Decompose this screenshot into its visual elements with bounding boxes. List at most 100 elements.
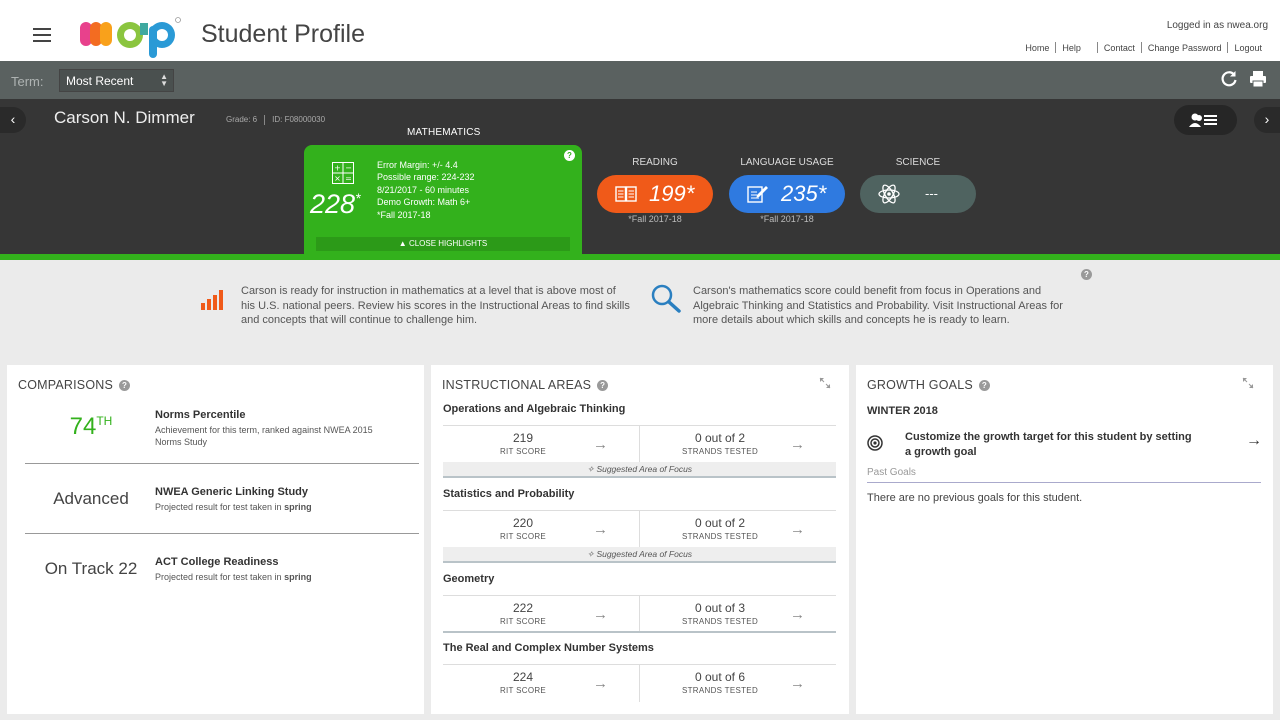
math-error-margin: Error Margin: +/- 4.4 <box>377 160 458 170</box>
strands-cell[interactable]: 0 out of 2 STRANDS TESTED → <box>640 511 836 548</box>
growth-help-icon[interactable]: ? <box>978 380 990 392</box>
next-student-button[interactable]: › <box>1254 107 1280 133</box>
rit-score: 224 <box>512 670 534 684</box>
math-score: 228* <box>310 189 361 220</box>
rit-score: 219 <box>512 431 534 445</box>
rit-caption: RIT SCORE <box>499 686 547 695</box>
math-score-card[interactable]: + − × = 228* Error Margin: +/- 4.4 Possi… <box>304 145 582 254</box>
svg-text:=: = <box>345 174 352 183</box>
set-growth-goal-button[interactable]: Customize the growth target for this stu… <box>867 429 1262 459</box>
act-value: On Track 22 <box>44 559 138 578</box>
suggested-focus-text: Suggested Area of Focus <box>596 549 693 559</box>
svg-text:×: × <box>334 174 341 183</box>
act-desc-season: spring <box>284 572 312 582</box>
growth-title: GROWTH GOALS? <box>867 378 990 392</box>
strands-caption: STRANDS TESTED <box>681 532 759 541</box>
language-title: LANGUAGE USAGE <box>740 157 834 168</box>
suggested-focus-text: Suggested Area of Focus <box>596 464 693 474</box>
comparisons-help-icon[interactable]: ? <box>119 380 131 392</box>
math-title: MATHEMATICS <box>407 127 481 138</box>
calculator-icon: + − × = <box>332 162 354 184</box>
math-details: Error Margin: +/- 4.4 Possible range: 22… <box>377 159 475 221</box>
expand-icon[interactable] <box>819 377 831 389</box>
rit-score-cell[interactable]: 220 RIT SCORE → <box>443 511 639 548</box>
highlights-help-icon[interactable]: ? <box>1081 269 1092 280</box>
top-header: Student Profile Logged in as nwea.org Ho… <box>0 0 1280 61</box>
rit-score-cell[interactable]: 224 RIT SCORE → <box>443 665 639 702</box>
arrow-right-icon: → <box>790 606 805 623</box>
change-password-link[interactable]: Change Password <box>1142 43 1228 53</box>
percentile-number: 74 <box>69 413 97 440</box>
student-band: ‹ › Carson N. Dimmer Grade: 6 ID: F080000… <box>0 99 1280 254</box>
refresh-icon[interactable] <box>1220 70 1238 88</box>
strands-cell[interactable]: 0 out of 2 STRANDS TESTED → <box>640 426 836 463</box>
linking-label: NWEA Generic Linking Study <box>155 486 308 498</box>
reading-term: *Fall 2017-18 <box>628 214 682 224</box>
area-row: 220 RIT SCORE → 0 out of 2 STRANDS TESTE… <box>443 510 836 548</box>
language-score: 235* <box>781 181 827 206</box>
map-logo <box>80 17 181 58</box>
area-name: Statistics and Probability <box>443 488 575 500</box>
math-term: *Fall 2017-18 <box>377 209 431 220</box>
term-select[interactable]: Most Recent ▲ ▼ <box>59 69 174 92</box>
reading-score-pill[interactable]: 199* <box>597 175 713 213</box>
strands-caption: STRANDS TESTED <box>681 617 759 626</box>
term-bar: Term: Most Recent ▲ ▼ <box>0 61 1280 99</box>
act-desc-text: Projected result for test taken in <box>155 572 282 582</box>
language-term: *Fall 2017-18 <box>760 214 814 224</box>
close-highlights-button[interactable]: ▲ CLOSE HIGHLIGHTS <box>316 237 570 251</box>
highlights-strip: Carson is ready for instruction in mathe… <box>0 260 1280 363</box>
comparison-linking-row: Advanced NWEA Generic Linking Study Proj… <box>25 486 419 516</box>
instructional-help-icon[interactable]: ? <box>597 380 609 392</box>
help-link[interactable]: Help <box>1056 43 1087 53</box>
norms-desc: Achievement for this term, ranked agains… <box>155 425 373 447</box>
pencil-icon <box>747 186 768 203</box>
previous-student-button[interactable]: ‹ <box>0 107 26 133</box>
highlight-focus-text: Carson's mathematics score could benefit… <box>693 285 1063 326</box>
target-icon <box>867 435 883 451</box>
strands-tested: 0 out of 3 <box>694 601 746 615</box>
growth-term: WINTER 2018 <box>867 405 938 417</box>
area-row: 222 RIT SCORE → 0 out of 3 STRANDS TESTE… <box>443 595 836 633</box>
expand-icon[interactable] <box>1242 377 1254 389</box>
math-test-date: 8/21/2017 - 60 minutes <box>377 184 470 195</box>
home-link[interactable]: Home <box>1019 43 1055 53</box>
growth-title-text: GROWTH GOALS <box>867 378 973 392</box>
select-arrows-icon: ▲ ▼ <box>160 72 168 88</box>
meta-divider <box>264 115 266 125</box>
arrow-right-icon: → <box>790 675 805 692</box>
strands-cell[interactable]: 0 out of 3 STRANDS TESTED → <box>640 596 836 633</box>
top-links: Home Help Contact Change Password Logout <box>1019 42 1268 53</box>
percentile-suffix: TH <box>96 414 113 428</box>
hamburger-menu-icon[interactable] <box>33 28 51 42</box>
act-label: ACT College Readiness <box>155 556 279 568</box>
roster-button[interactable] <box>1174 105 1237 135</box>
logged-in-text: Logged in as nwea.org <box>1166 20 1268 31</box>
comparison-norms-row: 74TH Norms Percentile Achievement for th… <box>25 409 419 459</box>
strands-caption: STRANDS TESTED <box>681 686 759 695</box>
term-label: Term: <box>11 74 44 89</box>
math-help-icon[interactable]: ? <box>564 150 575 161</box>
print-icon[interactable] <box>1249 70 1267 88</box>
science-score-pill[interactable]: --- <box>860 175 976 213</box>
area-row: 224 RIT SCORE → 0 out of 6 STRANDS TESTE… <box>443 664 836 702</box>
reading-title: READING <box>632 157 678 168</box>
past-goals-divider <box>867 482 1261 483</box>
arrow-right-icon: → <box>790 521 805 538</box>
logout-link[interactable]: Logout <box>1228 43 1268 53</box>
language-score-pill[interactable]: 235* <box>729 175 845 213</box>
strands-tested: 0 out of 2 <box>694 431 746 445</box>
growth-target-text: Customize the growth target for this stu… <box>905 431 1192 458</box>
strands-cell[interactable]: 0 out of 6 STRANDS TESTED → <box>640 665 836 702</box>
instructional-title-text: INSTRUCTIONAL AREAS <box>442 378 592 392</box>
student-meta: Grade: 6 ID: F08000030 <box>226 115 325 125</box>
contact-link[interactable]: Contact <box>1098 43 1141 53</box>
rit-score-cell[interactable]: 222 RIT SCORE → <box>443 596 639 633</box>
science-score: --- <box>925 186 938 201</box>
rit-score-cell[interactable]: 219 RIT SCORE → <box>443 426 639 463</box>
norms-label: Norms Percentile <box>155 409 246 421</box>
arrow-right-icon: → <box>593 606 608 623</box>
rit-score: 220 <box>512 516 534 530</box>
strands-tested: 0 out of 6 <box>694 670 746 684</box>
area-divider <box>443 631 836 633</box>
